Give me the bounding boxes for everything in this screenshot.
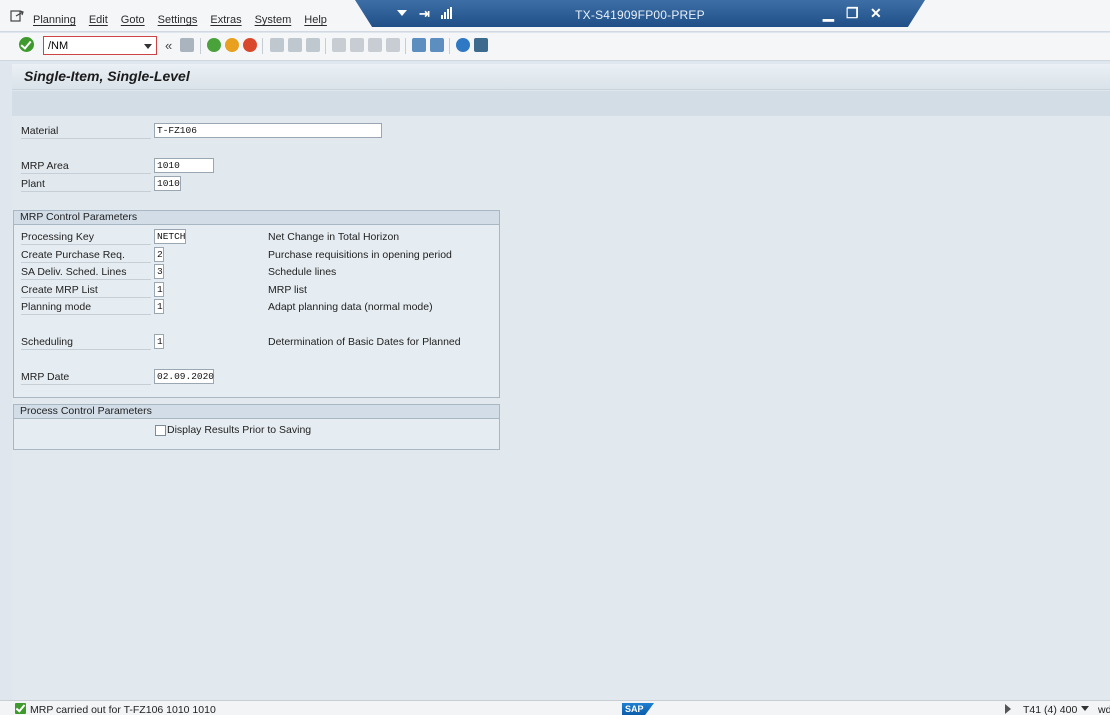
create-shortcut-icon[interactable] (430, 38, 444, 52)
display-results-label: Display Results Prior to Saving (167, 424, 312, 436)
command-field[interactable] (43, 36, 157, 55)
create-mrp-list-field[interactable]: 1 (154, 282, 164, 297)
standard-toolbar: « (0, 33, 1110, 61)
sap-logo: SAP (622, 703, 654, 715)
sa-deliv-sched-lines-label: SA Deliv. Sched. Lines (21, 266, 151, 280)
menu-settings[interactable]: Settings (158, 14, 198, 26)
sa-deliv-sched-lines-desc: Schedule lines (268, 266, 337, 278)
display-results-checkbox[interactable] (155, 425, 166, 436)
sa-deliv-sched-lines-field[interactable]: 3 (154, 264, 164, 279)
system-info-dropdown-icon[interactable] (1081, 706, 1089, 711)
minimize-icon[interactable]: ▁ (823, 5, 834, 22)
exit-icon[interactable] (225, 38, 239, 52)
scheduling-label: Scheduling (21, 336, 151, 350)
page-title: Single-Item, Single-Level (24, 68, 190, 84)
mrp-date-label: MRP Date (21, 371, 151, 385)
menu-planning[interactable]: Planning (33, 14, 76, 26)
toolbar-separator (262, 38, 263, 54)
processing-key-desc: Net Change in Total Horizon (268, 231, 400, 243)
material-field[interactable]: T-FZ106 (154, 123, 382, 138)
menu-help[interactable]: Help (304, 14, 327, 26)
main-menu: Planning Edit Goto Settings Extras Syste… (33, 14, 340, 26)
create-mrp-list-desc: MRP list (268, 284, 307, 296)
collapse-command-icon[interactable]: « (165, 38, 172, 53)
scheduling-field[interactable]: 1 (154, 334, 164, 349)
restore-icon[interactable]: ❐ (846, 5, 859, 22)
next-page-icon[interactable] (368, 38, 382, 52)
menu-system[interactable]: System (255, 14, 292, 26)
command-history-dropdown-icon[interactable] (144, 44, 152, 49)
plant-label: Plant (21, 178, 151, 192)
menu-goto[interactable]: Goto (121, 14, 145, 26)
help-icon[interactable] (456, 38, 470, 52)
find-icon[interactable] (288, 38, 302, 52)
toolbar-separator (449, 38, 450, 54)
toolbar-separator (405, 38, 406, 54)
back-icon[interactable] (207, 38, 221, 52)
create-session-icon[interactable] (412, 38, 426, 52)
scheduling-desc: Determination of Basic Dates for Planned (268, 336, 461, 348)
processing-key-label: Processing Key (21, 231, 151, 245)
print-icon[interactable] (270, 38, 284, 52)
menu-extras[interactable]: Extras (210, 14, 241, 26)
create-purchase-req-label: Create Purchase Req. (21, 249, 151, 263)
mrp-area-label: MRP Area (21, 160, 151, 174)
success-icon (15, 703, 26, 714)
create-purchase-req-desc: Purchase requisitions in opening period (268, 249, 452, 261)
window-title: TX-S41909FP00-PREP (575, 8, 705, 22)
material-label: Material (21, 125, 151, 139)
find-next-icon[interactable] (306, 38, 320, 52)
menu-bar: Planning Edit Goto Settings Extras Syste… (0, 0, 1110, 32)
mrp-date-field[interactable]: 02.09.2020 (154, 369, 214, 384)
command-input[interactable] (44, 37, 134, 54)
status-bar: MRP carried out for T-FZ106 1010 1010 SA… (0, 700, 1110, 715)
cancel-icon[interactable] (243, 38, 257, 52)
close-icon[interactable]: ✕ (870, 5, 882, 22)
toolbar-separator (325, 38, 326, 54)
mrp-control-group-title: MRP Control Parameters (14, 211, 499, 225)
menu-edit[interactable]: Edit (89, 14, 108, 26)
planning-mode-label: Planning mode (21, 301, 151, 315)
menu-exit-icon[interactable] (10, 10, 24, 22)
process-control-group-title: Process Control Parameters (14, 405, 499, 419)
customize-layout-icon[interactable] (474, 38, 488, 52)
toolbar-separator (200, 38, 201, 54)
last-page-icon[interactable] (386, 38, 400, 52)
status-message[interactable]: MRP carried out for T-FZ106 1010 1010 (30, 704, 216, 715)
enter-icon[interactable] (19, 37, 34, 52)
mrp-area-field[interactable]: 1010 (154, 158, 214, 173)
plant-field[interactable]: 1010 (154, 176, 181, 191)
system-info[interactable]: T41 (4) 400 (1023, 704, 1077, 715)
processing-key-field[interactable]: NETCH (154, 229, 186, 244)
create-mrp-list-label: Create MRP List (21, 284, 151, 298)
application-toolbar (12, 91, 1110, 116)
host-info: wd (1098, 704, 1110, 715)
planning-mode-desc: Adapt planning data (normal mode) (268, 301, 433, 313)
previous-page-icon[interactable] (350, 38, 364, 52)
status-expand-icon[interactable] (1005, 704, 1011, 714)
planning-mode-field[interactable]: 1 (154, 299, 164, 314)
first-page-icon[interactable] (332, 38, 346, 52)
save-icon[interactable] (180, 38, 194, 52)
screen-header: Single-Item, Single-Level (12, 64, 1110, 90)
create-purchase-req-field[interactable]: 2 (154, 247, 164, 262)
title-bar: ⇥ TX-S41909FP00-PREP ▁ ❐ ✕ (355, 0, 925, 27)
main-content: Material T-FZ106 MRP Area 1010 Plant 101… (12, 116, 1110, 700)
